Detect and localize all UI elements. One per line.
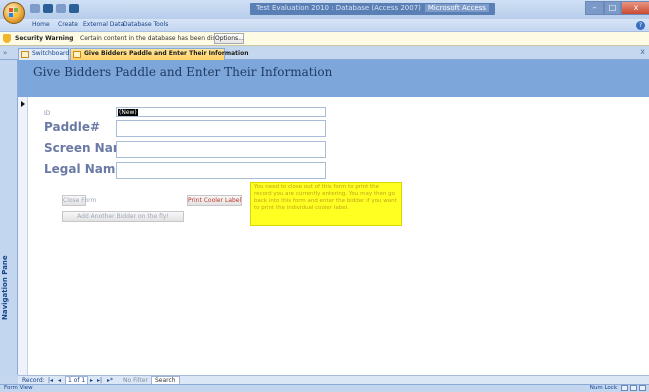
shield-icon (3, 34, 11, 43)
form-icon (73, 51, 81, 58)
next-record-button[interactable]: ▸ (90, 377, 93, 384)
first-record-button[interactable]: |◂ (48, 377, 53, 384)
view-status: Form View (4, 385, 33, 391)
filter-status[interactable]: No Filter (123, 377, 148, 384)
close-document-icon[interactable]: x (640, 47, 645, 56)
undo-icon[interactable] (43, 4, 53, 13)
navigation-pane-label: Navigation Pane (1, 255, 9, 320)
print-instructions-note: You need to close out of this form to pr… (250, 182, 402, 226)
security-message-bar: Security Warning Certain content in the … (0, 32, 649, 46)
tab-external-data[interactable]: External Data (83, 21, 124, 28)
new-record-button[interactable]: ▸* (107, 377, 113, 384)
window-controls: – □ x (585, 1, 649, 15)
tab-give-bidders-paddle[interactable]: Give Bidders Paddle and Enter Their Info… (70, 48, 248, 60)
current-record-icon (21, 101, 25, 107)
tab-switchboard[interactable]: Switchboard (18, 48, 69, 60)
save-icon[interactable] (30, 4, 40, 13)
close-form-button[interactable]: Close Form (62, 195, 96, 206)
security-warning-text: Certain content in the database has been… (80, 35, 233, 42)
window-title-text: Test Evaluation 2010 : Database (Access … (256, 4, 421, 12)
document-tabs: » Switchboard Give Bidders Paddle and En… (0, 47, 649, 60)
legal-name-field[interactable] (116, 162, 326, 179)
num-lock-indicator: Num Lock (589, 385, 617, 391)
status-bar: Form View Num Lock (0, 384, 649, 392)
window-title: Test Evaluation 2010 : Database (Access … (250, 3, 495, 15)
office-logo-icon (9, 8, 19, 18)
office-button[interactable] (3, 2, 25, 24)
id-value: (New) (118, 109, 138, 116)
id-label: ID (44, 110, 51, 117)
help-icon[interactable]: ? (636, 21, 645, 30)
last-record-button[interactable]: ▸| (97, 377, 102, 384)
view-switcher (621, 385, 646, 391)
previous-record-button[interactable]: ◂ (58, 377, 61, 384)
form-header: Give Bidders Paddle and Enter Their Info… (18, 60, 649, 97)
tab-home[interactable]: Home (32, 21, 50, 28)
redo-icon[interactable] (56, 4, 66, 13)
screen-name-field[interactable] (116, 141, 326, 158)
title-bar: Test Evaluation 2010 : Database (Access … (0, 0, 649, 24)
tab-switchboard-label: Switchboard (32, 50, 70, 57)
shutter-bar-icon[interactable]: » (3, 49, 11, 58)
customize-toolbar-icon[interactable] (69, 4, 79, 13)
design-view-icon[interactable] (639, 385, 646, 391)
record-navigation-bar: Record: |◂ ◂ 1 of 1 ▸ ▸| ▸* No Filter Se… (18, 375, 649, 385)
record-label: Record: (22, 377, 45, 384)
app-name: Microsoft Access (424, 4, 489, 12)
tab-create[interactable]: Create (58, 21, 78, 28)
form-icon (21, 51, 29, 58)
quick-access-toolbar (28, 3, 79, 14)
legal-name-label: Legal Name (44, 162, 124, 176)
maximize-button[interactable]: □ (604, 1, 621, 15)
record-selector[interactable] (18, 97, 28, 375)
datasheet-view-icon[interactable] (630, 385, 637, 391)
add-another-bidder-button[interactable]: Add Another Bidder on the fly! (62, 211, 184, 222)
paddle-label: Paddle# (44, 120, 101, 134)
tab-give-bidders-paddle-label: Give Bidders Paddle and Enter Their Info… (84, 50, 249, 57)
close-button[interactable]: x (621, 1, 649, 15)
security-warning-title: Security Warning (15, 35, 74, 42)
form-title: Give Bidders Paddle and Enter Their Info… (33, 65, 333, 79)
form-view-icon[interactable] (621, 385, 628, 391)
navigation-pane[interactable]: Navigation Pane (0, 60, 18, 375)
options-button[interactable]: Options... (214, 33, 244, 44)
paddle-field[interactable] (116, 120, 326, 137)
print-cooler-label-button[interactable]: Print Cooler Label (187, 195, 242, 206)
id-field[interactable]: (New) (116, 107, 326, 117)
ribbon-tabs: Home Create External Data Database Tools… (0, 19, 649, 32)
tab-database-tools[interactable]: Database Tools (123, 21, 168, 28)
minimize-button[interactable]: – (585, 1, 604, 15)
form-body: Give Bidders Paddle and Enter Their Info… (18, 60, 649, 375)
